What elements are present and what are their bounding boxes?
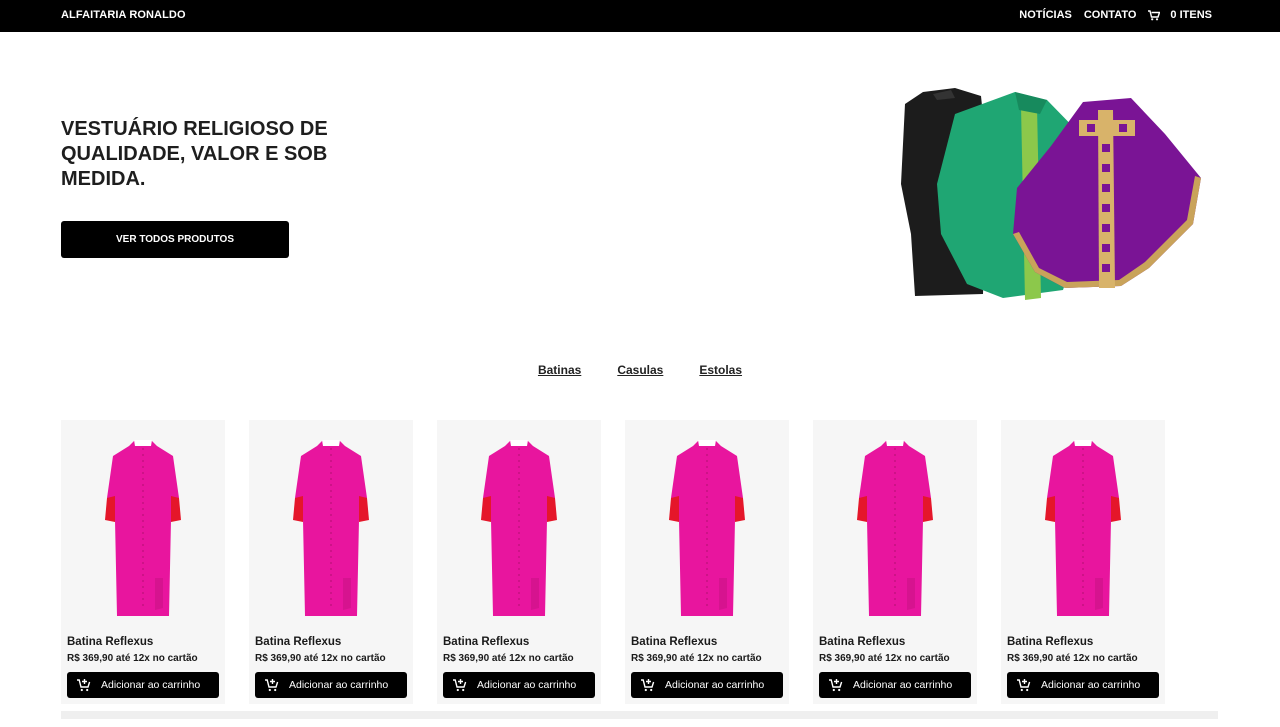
cart-icon — [1148, 9, 1161, 20]
product-card[interactable]: Batina Reflexus R$ 369,90 até 12x no car… — [813, 420, 977, 704]
add-to-cart-button[interactable]: Adicionar ao carrinho — [631, 672, 783, 698]
product-grid: Batina Reflexus R$ 369,90 até 12x no car… — [61, 420, 1165, 704]
category-tabs: Batinas Casulas Estolas — [0, 363, 1280, 377]
add-to-cart-button[interactable]: Adicionar ao carrinho — [1007, 672, 1159, 698]
main-nav: NOTÍCIAS CONTATO 0 ITENS — [1007, 9, 1212, 21]
add-to-cart-button[interactable]: Adicionar ao carrinho — [819, 672, 971, 698]
product-name[interactable]: Batina Reflexus — [819, 636, 905, 648]
add-to-cart-button[interactable]: Adicionar ao carrinho — [255, 672, 407, 698]
product-price: R$ 369,90 até 12x no cartão — [255, 653, 386, 664]
product-card[interactable]: Batina Reflexus R$ 369,90 até 12x no car… — [437, 420, 601, 704]
product-image — [293, 440, 369, 616]
cart-count: 0 ITENS — [1170, 9, 1212, 21]
product-name[interactable]: Batina Reflexus — [1007, 636, 1093, 648]
add-to-cart-label: Adicionar ao carrinho — [665, 679, 765, 691]
product-name[interactable]: Batina Reflexus — [67, 636, 153, 648]
add-to-cart-label: Adicionar ao carrinho — [477, 679, 577, 691]
product-name[interactable]: Batina Reflexus — [255, 636, 341, 648]
product-card[interactable]: Batina Reflexus R$ 369,90 até 12x no car… — [249, 420, 413, 704]
nav-noticias[interactable]: NOTÍCIAS — [1019, 9, 1072, 21]
product-price: R$ 369,90 até 12x no cartão — [819, 653, 950, 664]
view-all-products-button[interactable]: VER TODOS PRODUTOS — [61, 221, 289, 258]
category-casulas[interactable]: Casulas — [617, 363, 663, 377]
add-to-cart-label: Adicionar ao carrinho — [289, 679, 389, 691]
product-price: R$ 369,90 até 12x no cartão — [631, 653, 762, 664]
hero-title: VESTUÁRIO RELIGIOSO DE QUALIDADE, VALOR … — [61, 118, 328, 190]
add-cart-icon — [77, 679, 91, 692]
product-image — [857, 440, 933, 616]
category-batinas[interactable]: Batinas — [538, 363, 581, 377]
cart-link[interactable]: 0 ITENS — [1148, 9, 1212, 21]
add-to-cart-button[interactable]: Adicionar ao carrinho — [67, 672, 219, 698]
product-price: R$ 369,90 até 12x no cartão — [67, 653, 198, 664]
add-cart-icon — [641, 679, 655, 692]
product-name[interactable]: Batina Reflexus — [443, 636, 529, 648]
product-image — [105, 440, 181, 616]
add-cart-icon — [453, 679, 467, 692]
product-image — [1045, 440, 1121, 616]
brand-logo[interactable]: ALFAITARIA RONALDO — [61, 9, 186, 21]
add-to-cart-label: Adicionar ao carrinho — [853, 679, 953, 691]
vestments-image — [901, 88, 1201, 300]
product-image — [669, 440, 745, 616]
add-to-cart-label: Adicionar ao carrinho — [101, 679, 201, 691]
add-to-cart-button[interactable]: Adicionar ao carrinho — [443, 672, 595, 698]
add-to-cart-label: Adicionar ao carrinho — [1041, 679, 1141, 691]
add-cart-icon — [1017, 679, 1031, 692]
product-image — [481, 440, 557, 616]
top-bar: ALFAITARIA RONALDO NOTÍCIAS CONTATO 0 IT… — [0, 0, 1280, 32]
category-estolas[interactable]: Estolas — [699, 363, 742, 377]
product-name[interactable]: Batina Reflexus — [631, 636, 717, 648]
add-cart-icon — [265, 679, 279, 692]
nav-contato[interactable]: CONTATO — [1084, 9, 1137, 21]
section-divider — [61, 711, 1218, 719]
add-cart-icon — [829, 679, 843, 692]
product-card[interactable]: Batina Reflexus R$ 369,90 até 12x no car… — [625, 420, 789, 704]
product-card[interactable]: Batina Reflexus R$ 369,90 até 12x no car… — [61, 420, 225, 704]
product-price: R$ 369,90 até 12x no cartão — [443, 653, 574, 664]
product-price: R$ 369,90 até 12x no cartão — [1007, 653, 1138, 664]
product-card[interactable]: Batina Reflexus R$ 369,90 até 12x no car… — [1001, 420, 1165, 704]
